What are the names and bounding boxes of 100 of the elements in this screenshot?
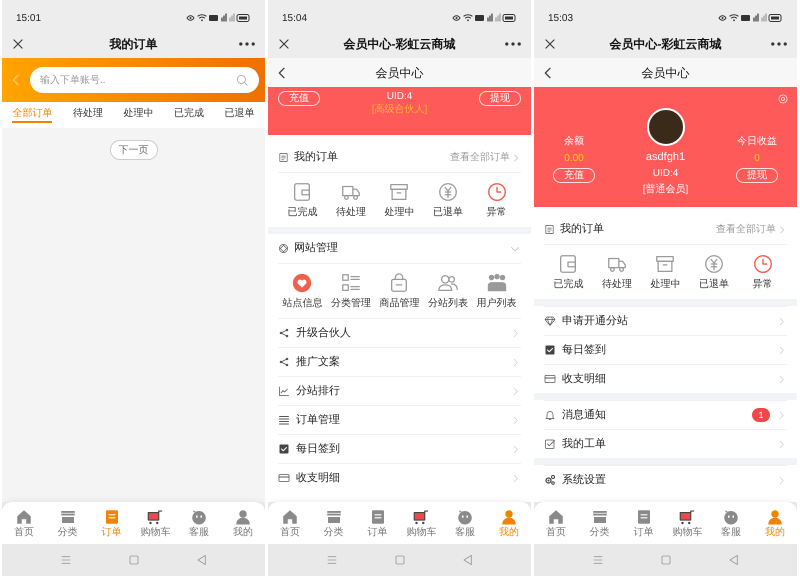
person-icon: [766, 508, 784, 526]
tab-bar-item[interactable]: 购物车: [665, 502, 710, 544]
page-title: 会员中心: [640, 64, 690, 82]
more-icon: [239, 42, 255, 46]
window-title: 我的订单: [108, 36, 158, 53]
checkbox-icon: [544, 344, 556, 356]
category-list-icon: [340, 272, 362, 294]
tab-bar-item[interactable]: 订单: [622, 502, 666, 544]
close-icon: [277, 37, 291, 51]
order-tab[interactable]: 待处理: [72, 107, 103, 123]
window-title: 会员中心-彩虹云商城: [608, 36, 722, 53]
menu-row[interactable]: 收支明细: [278, 463, 521, 492]
clock-icon: [752, 253, 774, 275]
cart-icon: [412, 508, 430, 526]
more-icon: [505, 42, 521, 46]
member-level: [高级合伙人]: [372, 103, 428, 117]
status-time: 15:03: [548, 12, 574, 26]
order-tab[interactable]: 已退单: [224, 107, 255, 123]
tab-bar-item[interactable]: 客服: [443, 502, 488, 544]
grid-item[interactable]: 用户列表: [472, 272, 521, 310]
status-time: 15:01: [16, 12, 42, 26]
tab-bar-item[interactable]: 分类: [312, 502, 356, 544]
status-indicators-icon: [185, 12, 251, 24]
tab-bar-item[interactable]: 购物车: [133, 502, 178, 544]
share-icon: [278, 356, 290, 368]
grid-item[interactable]: 已完成: [544, 253, 593, 291]
document-icon: [544, 224, 555, 235]
status-time: 15:04: [282, 12, 308, 26]
order-tab[interactable]: 处理中: [123, 107, 154, 123]
menu-row[interactable]: 申请开通分站: [544, 306, 787, 335]
menu-row[interactable]: 升级合伙人: [278, 318, 521, 347]
grid-item[interactable]: 已退单: [690, 253, 738, 291]
tab-bar-item[interactable]: 首页: [534, 502, 578, 544]
search-field[interactable]: 输入下单账号..: [30, 67, 259, 93]
more-icon: [771, 42, 787, 46]
card-icon: [278, 472, 290, 484]
order-tab[interactable]: 已完成: [174, 107, 204, 123]
tab-bar-item[interactable]: 首页: [268, 502, 312, 544]
status-indicators-icon: [451, 12, 517, 24]
box-icon: [388, 181, 410, 203]
home-icon: [14, 508, 33, 526]
income-label: 今日收益: [737, 135, 777, 149]
card-icon: [544, 373, 556, 385]
grid-item[interactable]: 商品管理: [375, 272, 424, 310]
menu-row[interactable]: 推广文案: [278, 347, 521, 376]
grid-item[interactable]: 处理中: [375, 181, 424, 219]
balance-label: 余额: [564, 134, 584, 149]
search-icon: [235, 73, 249, 87]
grid-item[interactable]: 处理中: [641, 253, 690, 291]
window-title: 会员中心-彩虹云商城: [342, 36, 456, 53]
grid-item[interactable]: 异常: [472, 181, 521, 219]
grid-item[interactable]: 分类管理: [326, 272, 376, 310]
grid-item[interactable]: 待处理: [592, 253, 642, 291]
tab-bar-item[interactable]: 客服: [177, 502, 222, 544]
tab-bar-item[interactable]: 我的: [221, 502, 265, 544]
grid-item[interactable]: 分站列表: [424, 272, 472, 310]
close-icon: [11, 37, 25, 51]
diamond-circle-icon: [278, 243, 289, 254]
grid-item[interactable]: 异常: [738, 253, 787, 291]
chat-face-icon: [722, 508, 740, 526]
section-title: 网站管理: [294, 241, 339, 256]
grid-item[interactable]: 待处理: [326, 181, 376, 219]
person-icon: [500, 508, 518, 526]
heart-badge-icon: [291, 272, 314, 294]
notification-badge: 1: [752, 408, 770, 422]
user-id: UID:4: [652, 167, 678, 181]
cart-icon: [146, 508, 164, 526]
menu-row[interactable]: 每日签到: [278, 434, 521, 463]
settings-icon[interactable]: [777, 93, 789, 105]
tab-bar-item[interactable]: 分类: [46, 502, 90, 544]
box-icon: [654, 253, 676, 275]
menu-row[interactable]: 每日签到: [544, 335, 787, 364]
chat-face-icon: [190, 508, 208, 526]
grid-item[interactable]: 已退单: [424, 181, 472, 219]
clock-icon: [486, 181, 508, 203]
share-icon: [278, 327, 290, 339]
menu-row[interactable]: 分站排行: [278, 376, 521, 405]
tab-bar-item[interactable]: 订单: [356, 502, 400, 544]
section-title: 我的订单: [560, 222, 605, 238]
user-group-icon: [486, 272, 508, 294]
list-icon: [278, 414, 290, 426]
next-page-button[interactable]: 下一页: [110, 140, 158, 160]
person-icon: [234, 508, 252, 526]
tab-bar-item[interactable]: 分类: [578, 502, 622, 544]
grid-item[interactable]: 站点信息: [278, 272, 327, 310]
menu-row[interactable]: 订单管理: [278, 405, 521, 434]
tab-bar-item[interactable]: 首页: [2, 502, 46, 544]
tab-bar-item[interactable]: 购物车: [399, 502, 444, 544]
tab-bar-item[interactable]: 客服: [709, 502, 754, 544]
grid-item[interactable]: 已完成: [278, 181, 327, 219]
page-title: 会员中心: [374, 64, 424, 82]
home-icon: [546, 508, 565, 526]
cart-icon: [678, 508, 696, 526]
gears-icon: [544, 474, 556, 486]
menu-row[interactable]: 消息通知 1: [544, 400, 787, 429]
user-id: UID:4: [386, 91, 412, 103]
menu-row[interactable]: 系统设置: [544, 465, 787, 494]
avatar: [646, 108, 684, 146]
gem-icon: [544, 315, 556, 327]
yen-icon: [703, 253, 726, 275]
